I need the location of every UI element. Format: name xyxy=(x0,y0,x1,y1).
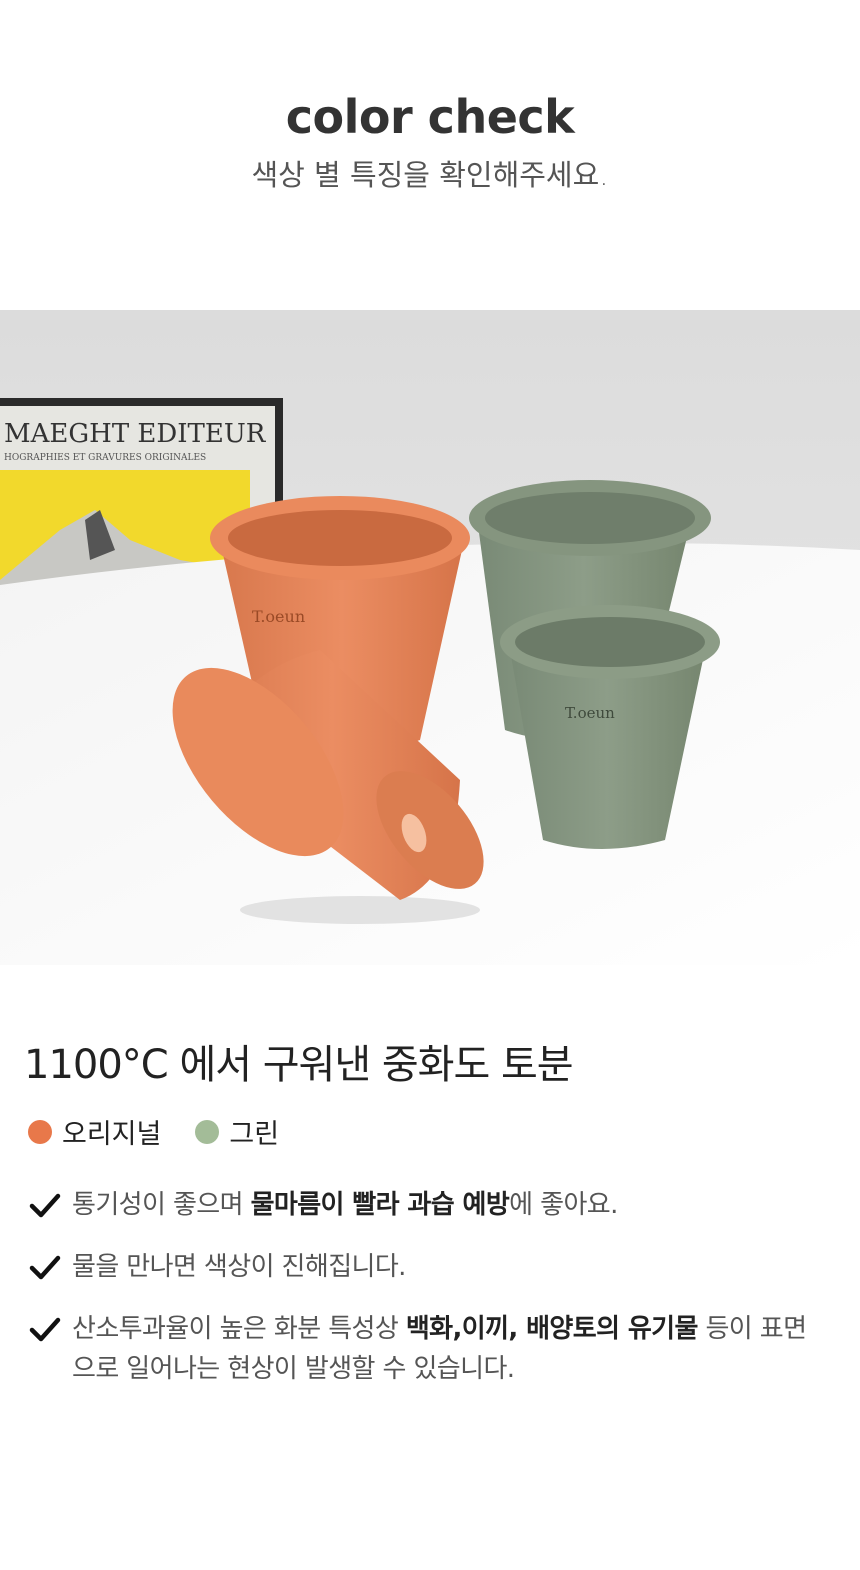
product-photo: MAEGHT EDITEUR HOGRAPHIES ET GRAVURES OR… xyxy=(0,310,860,965)
feature-text: 통기성이 좋으며 xyxy=(72,1190,251,1220)
feature-text: 산소투과율이 높은 화분 특성상 xyxy=(72,1314,406,1344)
feature-text: 물을 만나면 색상이 진해집니다. xyxy=(72,1252,406,1282)
color-label: 오리지널 xyxy=(62,1119,162,1150)
color-option-green: 그린 xyxy=(195,1112,279,1151)
checkmark-icon xyxy=(29,1193,61,1218)
color-dot-green xyxy=(195,1119,220,1144)
feature-highlight: 물마름이 빨라 과습 예방 xyxy=(250,1190,510,1220)
color-options: 오리지널 그린 xyxy=(28,1112,313,1151)
feature-list: 통기성이 좋으며 물마름이 빨라 과습 예방에 좋아요. 물을 만나면 색상이 … xyxy=(28,1185,828,1411)
checkmark-icon xyxy=(29,1255,61,1280)
color-label: 그린 xyxy=(229,1119,280,1150)
pot-brand-text-green: T.oeun xyxy=(565,704,615,722)
poster-subtitle: HOGRAPHIES ET GRAVURES ORIGINALES xyxy=(4,453,206,463)
page-subtitle: 색상 별 특징을 확인해주세요. xyxy=(251,158,609,192)
color-option-original: 오리지널 xyxy=(28,1112,161,1151)
page-title: color check xyxy=(285,90,575,144)
feature-item: 물을 만나면 색상이 진해집니다. xyxy=(28,1247,828,1287)
feature-item: 통기성이 좋으며 물마름이 빨라 과습 예방에 좋아요. xyxy=(28,1185,828,1225)
checkmark-icon xyxy=(29,1317,61,1342)
feature-highlight: 백화,이끼, 배양토의 유기물 xyxy=(405,1314,699,1344)
color-dot-original xyxy=(28,1119,52,1144)
feature-text: 에 좋아요. xyxy=(509,1190,618,1220)
pot-brand-text: T.oeun xyxy=(252,607,305,626)
feature-item: 산소투과율이 높은 화분 특성상 백화,이끼, 배양토의 유기물 등이 표면으로… xyxy=(28,1309,828,1389)
poster-title: MAEGHT EDITEUR xyxy=(4,419,267,449)
section-heading: 1100°C 에서 구워낸 중화도 토분 xyxy=(24,1042,574,1088)
